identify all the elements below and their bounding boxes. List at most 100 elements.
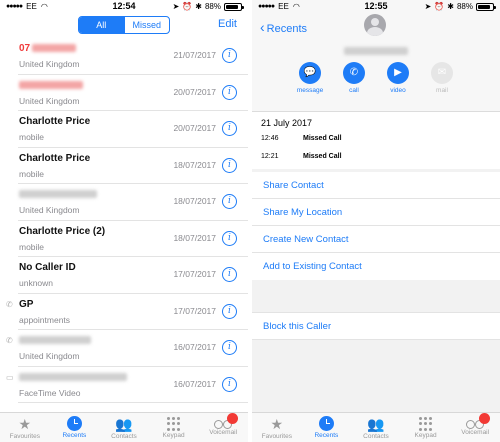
share-location-button[interactable]: Share My Location [252,199,500,226]
contact-options: Share Contact Share My Location Create N… [252,172,500,280]
tab-keypad[interactable]: Keypad [401,413,451,442]
clock-icon [66,416,82,431]
call-date: 18/07/2017 [173,159,216,170]
back-button[interactable]: ‹ Recents [260,19,307,35]
status-bar: ●●●●● EE ◠ 12:55 ➤ ⏰ ✱ 88% [252,0,500,14]
recents-header: All Missed Edit [0,14,248,38]
call-row[interactable]: ▭ FaceTime Video 16/07/2017 i [6,367,248,403]
battery-icon [476,2,496,11]
star-icon: ★ [270,416,284,432]
battery-percent: 88% [456,2,473,11]
video-call-icon: ▭ [6,372,14,382]
info-icon[interactable]: i [222,303,237,319]
redacted-number [19,190,97,199]
info-icon[interactable]: i [222,230,237,246]
call-row[interactable]: United Kingdom 18/07/2017 i [18,184,248,221]
call-subtitle: mobile [19,241,45,252]
call-subtitle: appointments [19,314,71,325]
call-row[interactable]: ✆ GP appointments 17/07/2017 i [6,294,248,330]
call-action[interactable]: ✆ call [334,62,374,94]
info-icon[interactable]: i [222,194,237,209]
chevron-left-icon: ‹ [260,19,265,35]
info-icon[interactable]: i [222,376,237,392]
info-icon[interactable]: i [222,48,237,63]
call-subtitle: mobile [19,132,45,142]
avatar [364,14,386,36]
clock-icon [318,416,334,431]
redacted-number [19,336,91,345]
info-icon[interactable]: i [222,121,237,136]
voicemail-badge [478,413,490,424]
call-row[interactable]: United Kingdom 20/07/2017 i [18,75,248,111]
segment-all[interactable]: All [79,17,124,33]
keypad-icon [419,417,433,431]
call-row[interactable]: No Caller ID unknown 17/07/2017 i [18,257,248,294]
call-subtitle: FaceTime Video [19,387,81,398]
info-icon[interactable]: i [222,267,237,282]
caller-name: 07 [19,43,31,54]
caller-name: Charlotte Price [19,152,91,164]
call-subtitle: United Kingdom [19,59,80,69]
call-date: 16/07/2017 [173,378,216,389]
filter-segmented-control: All Missed [78,16,170,34]
star-icon: ★ [18,416,32,432]
call-row[interactable]: Charlotte Price (2) mobile 18/07/2017 i [18,221,248,257]
call-date: 21/07/2017 [173,50,216,60]
bluetooth-icon: ✱ [195,2,202,11]
info-icon[interactable]: i [222,340,237,355]
call-date: 17/07/2017 [173,305,216,316]
status-bar: ●●●●● EE ◠ 12:54 ➤ ⏰ ✱ 88% [0,0,248,14]
call-date: 18/07/2017 [173,232,216,243]
tab-recents[interactable]: Recents [302,413,352,442]
location-icon: ➤ [424,2,432,11]
redacted-number [19,372,127,381]
share-contact-button[interactable]: Share Contact [252,172,500,199]
tab-contacts[interactable]: 👥 Contacts [99,413,149,442]
call-date: 17/07/2017 [173,269,216,279]
segment-missed[interactable]: Missed [123,17,170,33]
call-row[interactable]: Charlotte Price mobile 20/07/2017 i [18,111,248,148]
video-action[interactable]: ▶ video [378,62,418,94]
info-icon[interactable]: i [222,157,237,173]
redacted-number [19,80,83,89]
location-icon: ➤ [172,2,180,11]
tab-favourites[interactable]: ★ Favourites [0,413,50,442]
call-subtitle: United Kingdom [19,205,80,215]
call-date: 20/07/2017 [173,123,216,133]
call-row[interactable]: ✆ United Kingdom 16/07/2017 i [6,330,248,367]
call-date: 16/07/2017 [173,342,216,352]
tab-recents[interactable]: Recents [50,413,100,442]
battery-percent: 88% [204,2,221,11]
caller-name: Charlotte Price [19,116,91,127]
contact-number [344,42,408,60]
contacts-icon: 👥 [115,416,133,432]
add-existing-contact-button[interactable]: Add to Existing Contact [252,253,500,280]
tab-voicemail[interactable]: Voicemail [198,413,248,442]
redacted-number [32,44,77,53]
caller-name: GP [19,298,34,310]
recents-list: 07 United Kingdom 21/07/2017 i United Ki… [0,38,248,403]
contact-header: ‹ Recents 💬 message ✆ call ▶ video ✉ mail [252,14,500,112]
battery-icon [224,2,244,11]
tab-favourites[interactable]: ★ Favourites [252,413,302,442]
call-row[interactable]: Charlotte Price mobile 18/07/2017 i [18,148,248,184]
video-icon: ▶ [387,62,409,84]
message-action[interactable]: 💬 message [290,62,330,94]
tab-voicemail[interactable]: Voicemail [450,413,500,442]
tab-bar: ★ Favourites Recents 👥 Contacts Keypad V… [252,412,500,442]
mail-action: ✉ mail [422,62,462,94]
info-icon[interactable]: i [222,84,237,100]
caller-name: Charlotte Price (2) [19,225,106,237]
call-subtitle: unknown [19,278,54,288]
keypad-icon [167,417,181,431]
call-row[interactable]: 07 United Kingdom 21/07/2017 i [18,38,248,75]
mail-icon: ✉ [431,62,453,84]
bluetooth-icon: ✱ [447,2,454,11]
edit-button[interactable]: Edit [218,18,237,30]
contacts-icon: 👥 [367,416,385,432]
create-contact-button[interactable]: Create New Contact [252,226,500,253]
alarm-icon: ⏰ [434,2,445,11]
block-caller-button[interactable]: Block this Caller [252,312,500,340]
tab-keypad[interactable]: Keypad [149,413,199,442]
tab-contacts[interactable]: 👥 Contacts [351,413,401,442]
